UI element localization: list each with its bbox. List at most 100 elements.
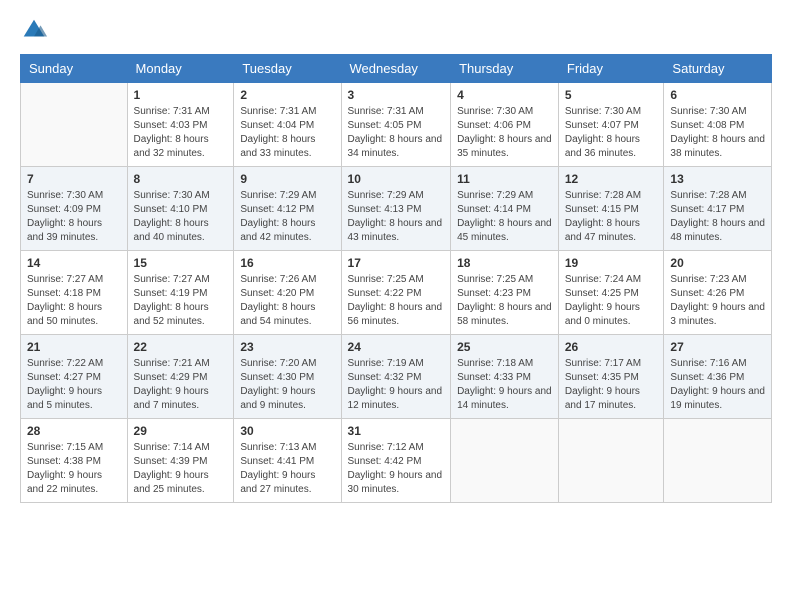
calendar-container: SundayMondayTuesdayWednesdayThursdayFrid… bbox=[0, 0, 792, 612]
calendar-cell: 18Sunrise: 7:25 AMSunset: 4:23 PMDayligh… bbox=[451, 251, 559, 335]
day-number: 29 bbox=[134, 424, 228, 438]
day-number: 11 bbox=[457, 172, 552, 186]
calendar-cell: 4 Sunrise: 7:30 AMSunset: 4:06 PMDaylight… bbox=[451, 83, 559, 167]
calendar-cell: 9 Sunrise: 7:29 AMSunset: 4:12 PMDaylight… bbox=[234, 167, 341, 251]
calendar-cell: 7 Sunrise: 7:30 AMSunset: 4:09 PMDaylight… bbox=[21, 167, 128, 251]
day-number: 15 bbox=[134, 256, 228, 270]
day-info: Sunrise: 7:30 AMSunset: 4:09 PMDaylight:… bbox=[27, 189, 121, 245]
day-info: Sunrise: 7:27 AMSunset: 4:19 PMDaylight:… bbox=[134, 273, 228, 329]
calendar-cell: 31Sunrise: 7:12 AMSunset: 4:42 PMDayligh… bbox=[341, 419, 451, 503]
calendar-cell bbox=[451, 419, 559, 503]
calendar-cell: 30 Sunrise: 7:13 AMSunset: 4:41 PMDayligh… bbox=[234, 419, 341, 503]
day-info: Sunrise: 7:30 AMSunset: 4:07 PMDaylight:… bbox=[565, 105, 658, 161]
calendar-cell: 27 Sunrise: 7:16 AMSunset: 4:36 PMDayligh… bbox=[664, 335, 772, 419]
day-number: 21 bbox=[27, 340, 121, 354]
day-info: Sunrise: 7:28 AMSunset: 4:15 PMDaylight:… bbox=[565, 189, 658, 245]
calendar-cell: 8Sunrise: 7:30 AMSunset: 4:10 PMDaylight… bbox=[127, 167, 234, 251]
calendar-cell: 29 Sunrise: 7:14 AMSunset: 4:39 PMDayligh… bbox=[127, 419, 234, 503]
day-info: Sunrise: 7:29 AMSunset: 4:12 PMDaylight:… bbox=[240, 189, 334, 245]
calendar-cell bbox=[21, 83, 128, 167]
day-number: 10 bbox=[348, 172, 445, 186]
day-number: 13 bbox=[670, 172, 765, 186]
calendar-cell: 21 Sunrise: 7:22 AMSunset: 4:27 PMDayligh… bbox=[21, 335, 128, 419]
weekday-header-saturday: Saturday bbox=[664, 55, 772, 83]
calendar-table: SundayMondayTuesdayWednesdayThursdayFrid… bbox=[20, 54, 772, 503]
day-info: Sunrise: 7:24 AMSunset: 4:25 PMDaylight:… bbox=[565, 273, 658, 329]
weekday-header-monday: Monday bbox=[127, 55, 234, 83]
calendar-cell: 12 Sunrise: 7:28 AMSunset: 4:15 PMDayligh… bbox=[558, 167, 664, 251]
day-info: Sunrise: 7:26 AMSunset: 4:20 PMDaylight:… bbox=[240, 273, 334, 329]
day-info: Sunrise: 7:31 AMSunset: 4:04 PMDaylight:… bbox=[240, 105, 334, 161]
day-number: 4 bbox=[457, 88, 552, 102]
calendar-cell: 11Sunrise: 7:29 AMSunset: 4:14 PMDayligh… bbox=[451, 167, 559, 251]
day-info: Sunrise: 7:30 AMSunset: 4:10 PMDaylight:… bbox=[134, 189, 228, 245]
logo bbox=[20, 16, 52, 44]
calendar-cell: 3Sunrise: 7:31 AMSunset: 4:05 PMDaylight… bbox=[341, 83, 451, 167]
day-number: 5 bbox=[565, 88, 658, 102]
day-info: Sunrise: 7:31 AMSunset: 4:05 PMDaylight:… bbox=[348, 105, 445, 161]
day-info: Sunrise: 7:22 AMSunset: 4:27 PMDaylight:… bbox=[27, 357, 121, 413]
day-number: 14 bbox=[27, 256, 121, 270]
calendar-cell: 22 Sunrise: 7:21 AMSunset: 4:29 PMDayligh… bbox=[127, 335, 234, 419]
day-info: Sunrise: 7:29 AMSunset: 4:13 PMDaylight:… bbox=[348, 189, 445, 245]
calendar-cell: 6 Sunrise: 7:30 AMSunset: 4:08 PMDaylight… bbox=[664, 83, 772, 167]
calendar-cell: 14 Sunrise: 7:27 AMSunset: 4:18 PMDayligh… bbox=[21, 251, 128, 335]
calendar-cell: 24 Sunrise: 7:19 AMSunset: 4:32 PMDayligh… bbox=[341, 335, 451, 419]
calendar-cell: 28 Sunrise: 7:15 AMSunset: 4:38 PMDayligh… bbox=[21, 419, 128, 503]
day-number: 25 bbox=[457, 340, 552, 354]
day-number: 30 bbox=[240, 424, 334, 438]
day-info: Sunrise: 7:27 AMSunset: 4:18 PMDaylight:… bbox=[27, 273, 121, 329]
week-row-4: 21 Sunrise: 7:22 AMSunset: 4:27 PMDayligh… bbox=[21, 335, 772, 419]
day-number: 24 bbox=[348, 340, 445, 354]
day-number: 20 bbox=[670, 256, 765, 270]
week-row-3: 14 Sunrise: 7:27 AMSunset: 4:18 PMDayligh… bbox=[21, 251, 772, 335]
day-info: Sunrise: 7:19 AMSunset: 4:32 PMDaylight:… bbox=[348, 357, 445, 413]
calendar-cell: 19 Sunrise: 7:24 AMSunset: 4:25 PMDayligh… bbox=[558, 251, 664, 335]
week-row-2: 7 Sunrise: 7:30 AMSunset: 4:09 PMDaylight… bbox=[21, 167, 772, 251]
day-info: Sunrise: 7:21 AMSunset: 4:29 PMDaylight:… bbox=[134, 357, 228, 413]
weekday-header-friday: Friday bbox=[558, 55, 664, 83]
day-info: Sunrise: 7:13 AMSunset: 4:41 PMDaylight:… bbox=[240, 441, 334, 497]
day-number: 7 bbox=[27, 172, 121, 186]
calendar-cell: 23Sunrise: 7:20 AMSunset: 4:30 PMDayligh… bbox=[234, 335, 341, 419]
calendar-cell bbox=[664, 419, 772, 503]
day-info: Sunrise: 7:30 AMSunset: 4:06 PMDaylight:… bbox=[457, 105, 552, 161]
day-number: 16 bbox=[240, 256, 334, 270]
calendar-cell: 13Sunrise: 7:28 AMSunset: 4:17 PMDayligh… bbox=[664, 167, 772, 251]
day-info: Sunrise: 7:15 AMSunset: 4:38 PMDaylight:… bbox=[27, 441, 121, 497]
day-number: 2 bbox=[240, 88, 334, 102]
day-number: 26 bbox=[565, 340, 658, 354]
day-info: Sunrise: 7:14 AMSunset: 4:39 PMDaylight:… bbox=[134, 441, 228, 497]
calendar-cell: 16 Sunrise: 7:26 AMSunset: 4:20 PMDayligh… bbox=[234, 251, 341, 335]
calendar-cell: 17 Sunrise: 7:25 AMSunset: 4:22 PMDayligh… bbox=[341, 251, 451, 335]
calendar-cell: 5 Sunrise: 7:30 AMSunset: 4:07 PMDaylight… bbox=[558, 83, 664, 167]
calendar-cell: 2 Sunrise: 7:31 AMSunset: 4:04 PMDaylight… bbox=[234, 83, 341, 167]
weekday-header-tuesday: Tuesday bbox=[234, 55, 341, 83]
calendar-cell: 26 Sunrise: 7:17 AMSunset: 4:35 PMDayligh… bbox=[558, 335, 664, 419]
day-number: 1 bbox=[134, 88, 228, 102]
calendar-cell: 20Sunrise: 7:23 AMSunset: 4:26 PMDayligh… bbox=[664, 251, 772, 335]
day-number: 17 bbox=[348, 256, 445, 270]
day-number: 6 bbox=[670, 88, 765, 102]
day-info: Sunrise: 7:17 AMSunset: 4:35 PMDaylight:… bbox=[565, 357, 658, 413]
header bbox=[20, 16, 772, 44]
day-info: Sunrise: 7:25 AMSunset: 4:22 PMDaylight:… bbox=[348, 273, 445, 329]
day-number: 27 bbox=[670, 340, 765, 354]
day-number: 28 bbox=[27, 424, 121, 438]
day-info: Sunrise: 7:18 AMSunset: 4:33 PMDaylight:… bbox=[457, 357, 552, 413]
day-number: 22 bbox=[134, 340, 228, 354]
day-number: 9 bbox=[240, 172, 334, 186]
calendar-cell: 15 Sunrise: 7:27 AMSunset: 4:19 PMDayligh… bbox=[127, 251, 234, 335]
day-number: 18 bbox=[457, 256, 552, 270]
day-number: 12 bbox=[565, 172, 658, 186]
logo-icon bbox=[20, 16, 48, 44]
day-number: 31 bbox=[348, 424, 445, 438]
day-info: Sunrise: 7:30 AMSunset: 4:08 PMDaylight:… bbox=[670, 105, 765, 161]
day-info: Sunrise: 7:16 AMSunset: 4:36 PMDaylight:… bbox=[670, 357, 765, 413]
calendar-cell: 10 Sunrise: 7:29 AMSunset: 4:13 PMDayligh… bbox=[341, 167, 451, 251]
week-row-5: 28 Sunrise: 7:15 AMSunset: 4:38 PMDayligh… bbox=[21, 419, 772, 503]
week-row-1: 1Sunrise: 7:31 AMSunset: 4:03 PMDaylight… bbox=[21, 83, 772, 167]
weekday-header-row: SundayMondayTuesdayWednesdayThursdayFrid… bbox=[21, 55, 772, 83]
day-number: 19 bbox=[565, 256, 658, 270]
calendar-cell: 25 Sunrise: 7:18 AMSunset: 4:33 PMDayligh… bbox=[451, 335, 559, 419]
